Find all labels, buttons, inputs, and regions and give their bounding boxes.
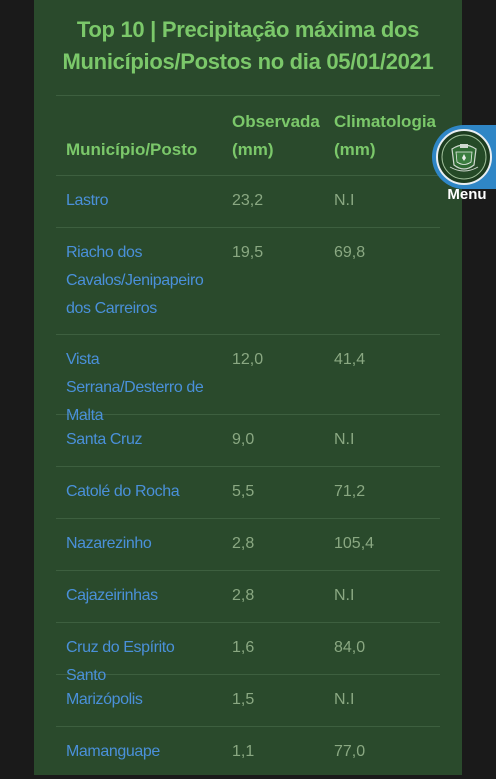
- climatology-value: 69,8: [334, 244, 366, 261]
- table-row: Cruz do Espírito Santo 1,6 84,0: [56, 623, 440, 684]
- menu-button[interactable]: [432, 125, 496, 189]
- observed-value: 2,8: [232, 587, 255, 604]
- municipio-link[interactable]: Lastro: [66, 187, 216, 215]
- observed-value: 19,5: [232, 244, 264, 261]
- climatology-value: 84,0: [334, 639, 366, 656]
- menu-label[interactable]: Menu: [438, 186, 496, 203]
- climatology-value: N.I: [334, 431, 355, 448]
- observed-value: 1,1: [232, 743, 255, 760]
- climatology-value: N.I: [334, 587, 355, 604]
- climatology-value: 77,0: [334, 743, 366, 760]
- table-row: Mamanguape 1,1 77,0: [56, 727, 440, 779]
- precipitation-table: Município/Posto Observada (mm) Climatolo…: [56, 95, 440, 779]
- municipio-link[interactable]: Riacho dos Cavalos/Jenipapeiro dos Carre…: [66, 239, 216, 323]
- municipio-link[interactable]: Cajazeirinhas: [66, 582, 216, 610]
- table-row: Vista Serrana/Desterro de Malta 12,0 41,…: [56, 335, 440, 424]
- table-row: Lastro 23,2 N.I: [56, 176, 440, 228]
- observed-value: 12,0: [232, 351, 264, 368]
- table-row: Santa Cruz 9,0 N.I: [56, 415, 440, 467]
- observed-value: 23,2: [232, 192, 264, 209]
- page-title: Top 10 | Precipitação máxima dos Municíp…: [62, 17, 434, 74]
- municipio-link[interactable]: Catolé do Rocha: [66, 478, 216, 506]
- municipio-link[interactable]: Mamanguape: [66, 738, 216, 766]
- municipio-link[interactable]: Nazarezinho: [66, 530, 216, 558]
- municipio-link[interactable]: Santa Cruz: [66, 426, 216, 454]
- table-row: Cajazeirinhas 2,8 N.I: [56, 571, 440, 623]
- climatology-value: 71,2: [334, 483, 366, 500]
- climatology-value: N.I: [334, 192, 355, 209]
- table-header: Município/Posto Observada (mm) Climatolo…: [56, 96, 440, 176]
- header-climatologia: Climatologia (mm): [334, 112, 437, 159]
- observed-value: 1,5: [232, 691, 255, 708]
- table-row: Catolé do Rocha 5,5 71,2: [56, 467, 440, 519]
- table-row: Nazarezinho 2,8 105,4: [56, 519, 440, 571]
- climatology-value: 105,4: [334, 535, 375, 552]
- observed-value: 5,5: [232, 483, 255, 500]
- observed-value: 2,8: [232, 535, 255, 552]
- climatology-value: N.I: [334, 691, 355, 708]
- state-coat-of-arms-icon[interactable]: [436, 129, 492, 185]
- climatology-value: 41,4: [334, 351, 366, 368]
- header-municipio: Município/Posto: [66, 140, 198, 159]
- table-row: Riacho dos Cavalos/Jenipapeiro dos Carre…: [56, 228, 440, 335]
- observed-value: 1,6: [232, 639, 255, 656]
- municipio-link[interactable]: Marizópolis: [66, 686, 216, 714]
- observed-value: 9,0: [232, 431, 255, 448]
- header-observada: Observada (mm): [232, 112, 320, 159]
- content-panel: Top 10 | Precipitação máxima dos Municíp…: [34, 0, 462, 775]
- table-row: Marizópolis 1,5 N.I: [56, 675, 440, 727]
